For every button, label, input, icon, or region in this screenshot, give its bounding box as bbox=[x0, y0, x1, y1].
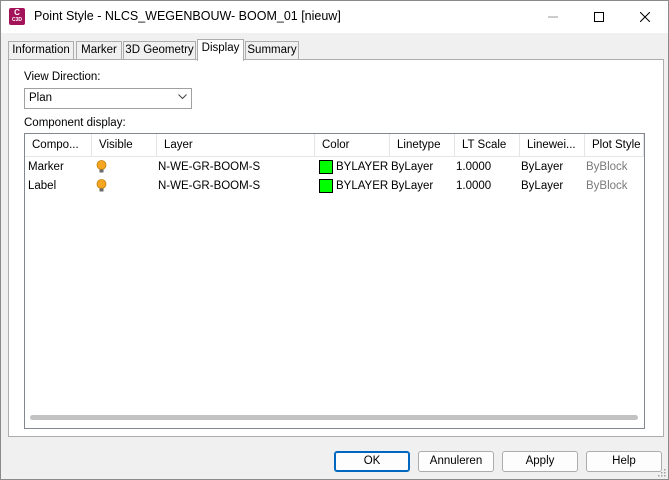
view-direction-label: View Direction: bbox=[24, 71, 101, 83]
apply-button[interactable]: Apply bbox=[502, 451, 578, 472]
component-display-list[interactable]: Compo... Visible Layer Color Linetype LT… bbox=[24, 133, 645, 429]
list-header: Compo... Visible Layer Color Linetype LT… bbox=[25, 134, 644, 157]
plot-style-cell: ByBlock bbox=[586, 161, 628, 173]
help-button[interactable]: Help bbox=[586, 451, 662, 472]
lightbulb-on-icon[interactable] bbox=[96, 179, 107, 193]
layer-cell[interactable]: N-WE-GR-BOOM-S bbox=[158, 177, 313, 196]
column-header-linetype[interactable]: Linetype bbox=[390, 134, 455, 157]
tab-summary[interactable]: Summary bbox=[245, 41, 299, 60]
cancel-button[interactable]: Annuleren bbox=[418, 451, 494, 472]
chevron-down-icon bbox=[178, 94, 187, 100]
layer-cell[interactable]: N-WE-GR-BOOM-S bbox=[158, 158, 313, 177]
title-bar[interactable]: C C3D Point Style - NLCS_WEGENBOUW- BOOM… bbox=[1, 1, 668, 33]
color-cell[interactable]: BYLAYER bbox=[316, 177, 390, 196]
color-cell[interactable]: BYLAYER bbox=[316, 158, 390, 177]
plot-style-cell: ByBlock bbox=[586, 180, 628, 192]
view-direction-select[interactable]: Plan bbox=[24, 88, 192, 109]
column-header-component[interactable]: Compo... bbox=[25, 134, 92, 157]
color-swatch bbox=[319, 160, 333, 174]
lt-scale-cell[interactable]: 1.0000 bbox=[456, 177, 520, 196]
tab-3d-geometry[interactable]: 3D Geometry bbox=[123, 41, 196, 60]
column-header-color[interactable]: Color bbox=[315, 134, 390, 157]
column-header-lineweight[interactable]: Linewei... bbox=[520, 134, 585, 157]
tab-bar: Information Marker 3D Geometry Display S… bbox=[8, 39, 663, 61]
column-header-visible[interactable]: Visible bbox=[92, 134, 157, 157]
visible-cell[interactable] bbox=[92, 177, 157, 196]
tab-marker[interactable]: Marker bbox=[76, 41, 122, 60]
component-cell: Marker bbox=[28, 161, 64, 173]
maximize-icon bbox=[594, 11, 604, 22]
visible-cell[interactable] bbox=[92, 158, 157, 177]
maximize-button[interactable] bbox=[576, 1, 622, 32]
lightbulb-on-icon[interactable] bbox=[96, 160, 107, 174]
tab-display[interactable]: Display bbox=[197, 39, 244, 61]
color-swatch bbox=[319, 179, 333, 193]
table-row[interactable]: Marker N-WE-GR-BOOM-S BYLAYER ByLayer 1.… bbox=[25, 158, 644, 177]
component-cell: Label bbox=[28, 180, 57, 192]
close-icon bbox=[640, 11, 650, 22]
app-icon-sub: C3D bbox=[11, 17, 22, 23]
color-name: BYLAYER bbox=[336, 180, 389, 192]
color-name: BYLAYER bbox=[336, 161, 389, 173]
display-tab-panel: View Direction: Plan Component display: … bbox=[8, 59, 664, 437]
horizontal-scrollbar[interactable] bbox=[30, 415, 638, 420]
minimize-button[interactable] bbox=[530, 1, 576, 32]
component-display-label: Component display: bbox=[24, 117, 126, 129]
close-button[interactable] bbox=[622, 1, 668, 32]
linetype-cell[interactable]: ByLayer bbox=[391, 158, 455, 177]
column-header-plot-style[interactable]: Plot Style bbox=[585, 134, 644, 157]
lineweight-cell[interactable]: ByLayer bbox=[521, 158, 585, 177]
lt-scale-cell[interactable]: 1.0000 bbox=[456, 158, 520, 177]
tab-information[interactable]: Information bbox=[8, 41, 74, 60]
ok-button[interactable]: OK bbox=[334, 451, 410, 472]
civil3d-app-icon: C C3D bbox=[9, 8, 25, 25]
app-icon-letter: C bbox=[14, 8, 20, 17]
minimize-icon bbox=[548, 16, 558, 17]
column-header-lt-scale[interactable]: LT Scale bbox=[455, 134, 520, 157]
column-header-layer[interactable]: Layer bbox=[157, 134, 315, 157]
resize-grip-icon[interactable] bbox=[656, 467, 666, 477]
table-row[interactable]: Label N-WE-GR-BOOM-S BYLAYER ByLayer 1.0… bbox=[25, 177, 644, 196]
lineweight-cell[interactable]: ByLayer bbox=[521, 177, 585, 196]
view-direction-value: Plan bbox=[29, 92, 53, 104]
linetype-cell[interactable]: ByLayer bbox=[391, 177, 455, 196]
point-style-dialog: C C3D Point Style - NLCS_WEGENBOUW- BOOM… bbox=[0, 0, 669, 480]
window-title: Point Style - NLCS_WEGENBOUW- BOOM_01 [n… bbox=[34, 9, 341, 23]
